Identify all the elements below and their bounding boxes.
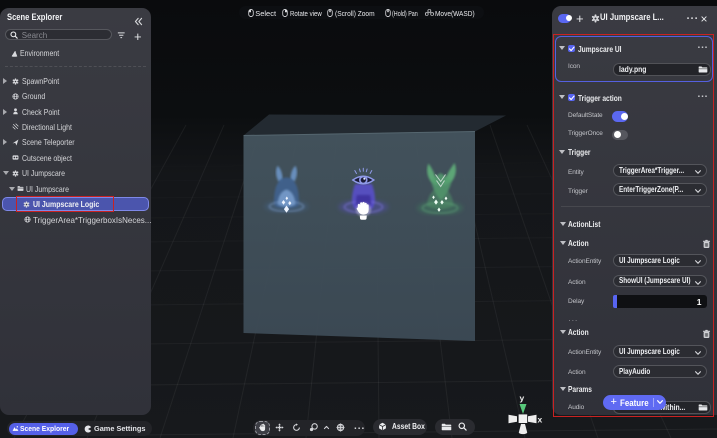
svg-text:y: y — [520, 393, 525, 403]
svg-text:x: x — [538, 415, 543, 425]
